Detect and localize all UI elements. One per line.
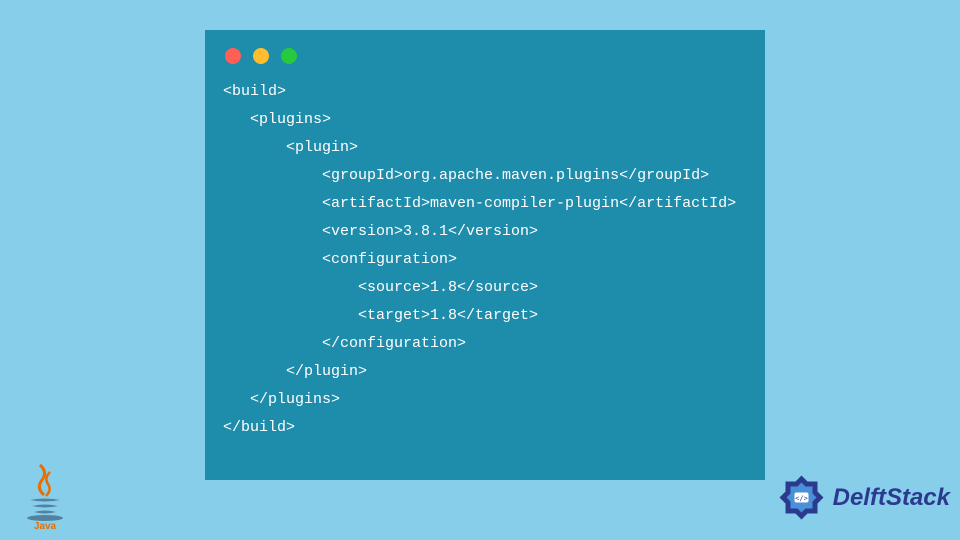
delftstack-logo: </> DelftStack: [774, 470, 950, 525]
close-dot: [225, 48, 241, 64]
code-line: </plugins>: [223, 391, 340, 408]
code-line: <build>: [223, 83, 286, 100]
code-line: <plugin>: [223, 139, 358, 156]
code-line: <source>1.8</source>: [223, 279, 538, 296]
code-line: <version>3.8.1</version>: [223, 223, 538, 240]
maximize-dot: [281, 48, 297, 64]
code-line: <target>1.8</target>: [223, 307, 538, 324]
code-line: </plugin>: [223, 363, 367, 380]
code-line: </configuration>: [223, 335, 466, 352]
delftstack-emblem-icon: </>: [774, 470, 829, 525]
code-block: <build> <plugins> <plugin> <groupId>org.…: [223, 78, 747, 442]
svg-text:</>: </>: [795, 495, 808, 503]
java-logo-icon: Java: [20, 460, 70, 530]
code-line: <groupId>org.apache.maven.plugins</group…: [223, 167, 709, 184]
delftstack-text: DelftStack: [833, 484, 950, 512]
minimize-dot: [253, 48, 269, 64]
code-line: <configuration>: [223, 251, 457, 268]
code-line: </build>: [223, 419, 295, 436]
code-line: <plugins>: [223, 111, 331, 128]
code-window: <build> <plugins> <plugin> <groupId>org.…: [205, 30, 765, 480]
window-controls: [223, 48, 747, 64]
code-line: <artifactId>maven-compiler-plugin</artif…: [223, 195, 736, 212]
java-text: Java: [34, 521, 57, 530]
